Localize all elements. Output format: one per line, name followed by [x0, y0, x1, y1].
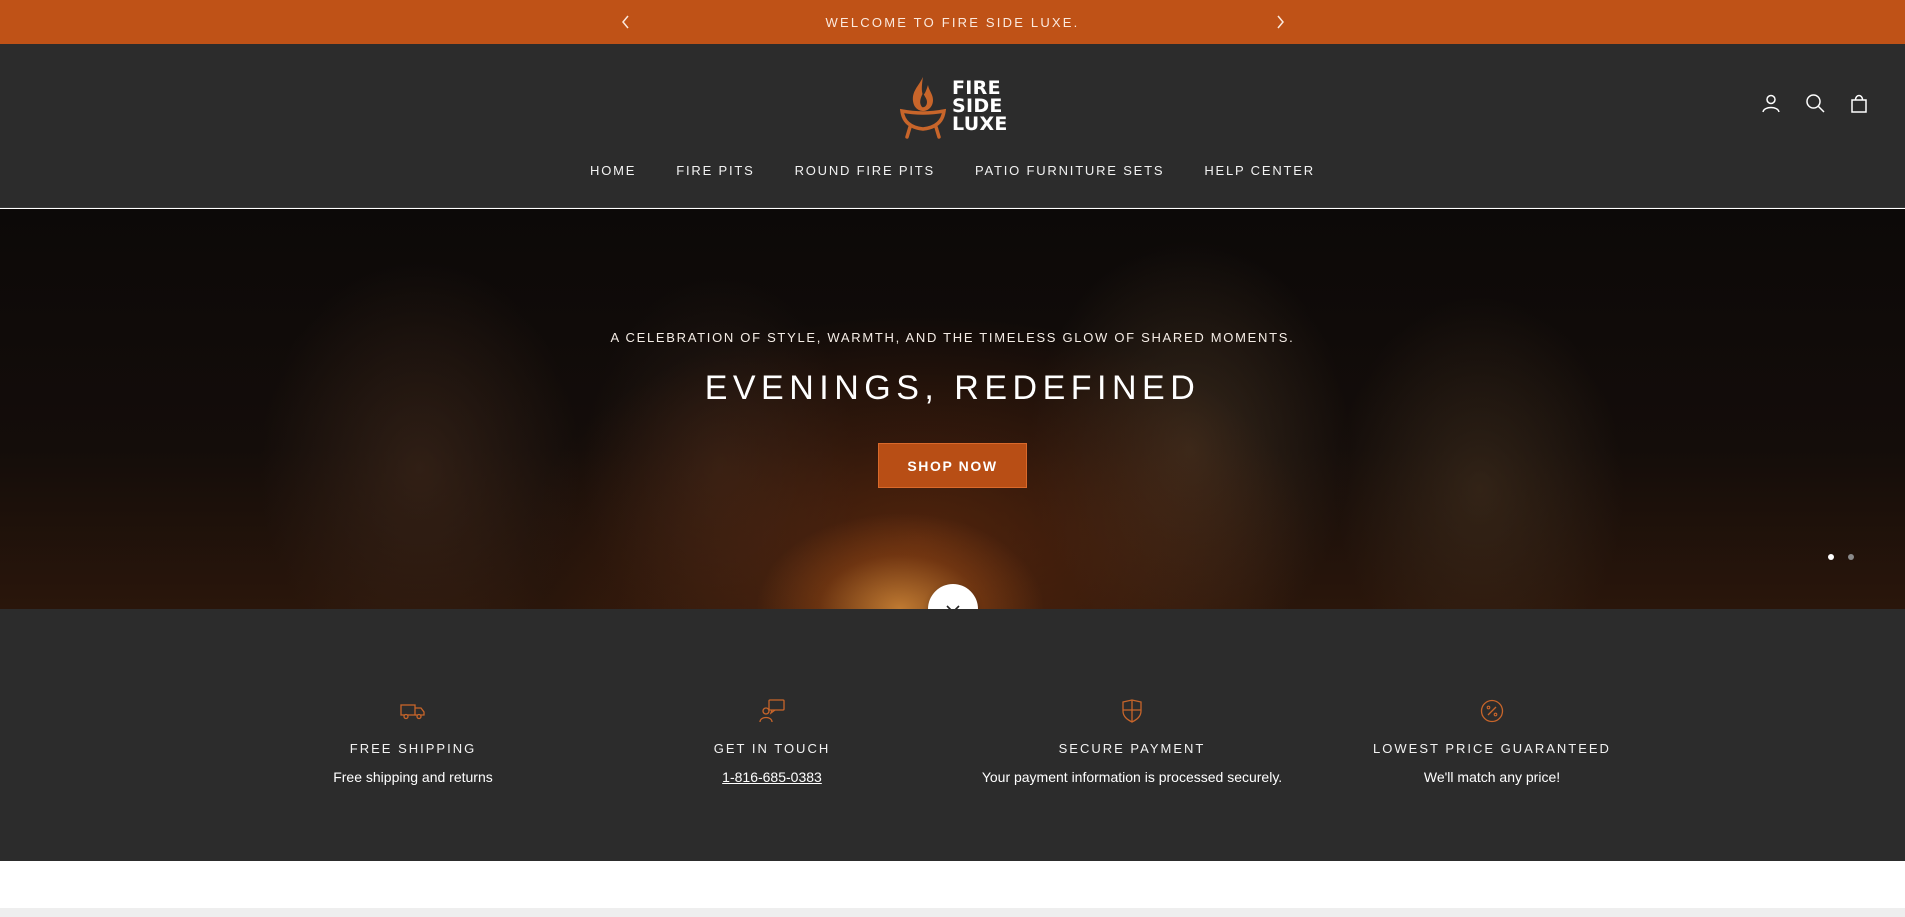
- header-actions: [1760, 92, 1870, 114]
- chevron-left-icon: [622, 15, 629, 29]
- feature-icon: [1117, 696, 1147, 726]
- percent-badge-icon: [1480, 699, 1504, 723]
- slide-dot-2[interactable]: [1848, 554, 1854, 560]
- announcement-next-button[interactable]: [1270, 12, 1290, 32]
- feature-lowest-price: LOWEST PRICE GUARANTEED We'll match any …: [1312, 696, 1672, 785]
- cart-button[interactable]: [1848, 92, 1870, 114]
- page-bottom-strip: [0, 908, 1905, 917]
- cart-icon: [1851, 94, 1867, 113]
- features-section: FREE SHIPPING Free shipping and returns …: [0, 609, 1905, 861]
- feature-icon: [1477, 696, 1507, 726]
- nav-item-home[interactable]: HOME: [590, 163, 636, 178]
- flame-bowl-icon: [899, 77, 947, 139]
- logo-wordmark: FIRE SIDE LUXE: [952, 79, 1008, 135]
- truck-icon: [400, 704, 425, 720]
- announcement-bar: WELCOME TO FIRE SIDE LUXE.: [0, 0, 1905, 44]
- logo-line: LUXE: [952, 113, 1008, 135]
- account-button[interactable]: [1760, 92, 1782, 114]
- nav-item-patio-furniture-sets[interactable]: PATIO FURNITURE SETS: [975, 163, 1164, 178]
- content-spacer: [0, 861, 1905, 908]
- feature-text: Your payment information is processed se…: [981, 769, 1283, 785]
- chevron-right-icon: [1277, 15, 1284, 29]
- search-icon: [1806, 94, 1825, 113]
- nav-item-round-fire-pits[interactable]: ROUND FIRE PITS: [795, 163, 935, 178]
- slide-dot-1[interactable]: [1828, 554, 1834, 560]
- site-header: FIRE SIDE LUXE HOME FIRE PITS ROUND FIRE…: [0, 44, 1905, 208]
- shop-now-button[interactable]: SHOP NOW: [878, 443, 1027, 488]
- feature-free-shipping: FREE SHIPPING Free shipping and returns: [233, 696, 593, 785]
- feature-title: FREE SHIPPING: [349, 741, 477, 756]
- search-button[interactable]: [1804, 92, 1826, 114]
- feature-title: GET IN TOUCH: [713, 741, 831, 756]
- announcement-prev-button[interactable]: [616, 12, 636, 32]
- main-nav: HOME FIRE PITS ROUND FIRE PITS PATIO FUR…: [0, 163, 1905, 178]
- slide-dots: [1828, 554, 1854, 560]
- feature-icon: [398, 696, 428, 726]
- hero-subtitle: A CELEBRATION OF STYLE, WARMTH, AND THE …: [610, 330, 1295, 345]
- feature-secure-payment: SECURE PAYMENT Your payment information …: [952, 696, 1312, 785]
- feature-get-in-touch: GET IN TOUCH 1-816-685-0383: [592, 696, 952, 785]
- chat-support-icon: [759, 699, 785, 723]
- feature-text: Free shipping and returns: [333, 769, 493, 785]
- nav-item-help-center[interactable]: HELP CENTER: [1204, 163, 1315, 178]
- feature-icon: [757, 696, 787, 726]
- feature-title: LOWEST PRICE GUARANTEED: [1373, 741, 1611, 756]
- hero-slideshow: A CELEBRATION OF STYLE, WARMTH, AND THE …: [0, 209, 1905, 609]
- nav-item-fire-pits[interactable]: FIRE PITS: [676, 163, 754, 178]
- hero-title: EVENINGS, REDEFINED: [704, 369, 1201, 407]
- feature-title: SECURE PAYMENT: [1058, 741, 1206, 756]
- site-logo[interactable]: FIRE SIDE LUXE: [898, 71, 1008, 141]
- feature-text: We'll match any price!: [1423, 769, 1561, 785]
- shield-icon: [1122, 699, 1142, 723]
- account-icon: [1762, 94, 1780, 113]
- phone-link[interactable]: 1-816-685-0383: [592, 769, 952, 785]
- announcement-text: WELCOME TO FIRE SIDE LUXE.: [825, 14, 1080, 30]
